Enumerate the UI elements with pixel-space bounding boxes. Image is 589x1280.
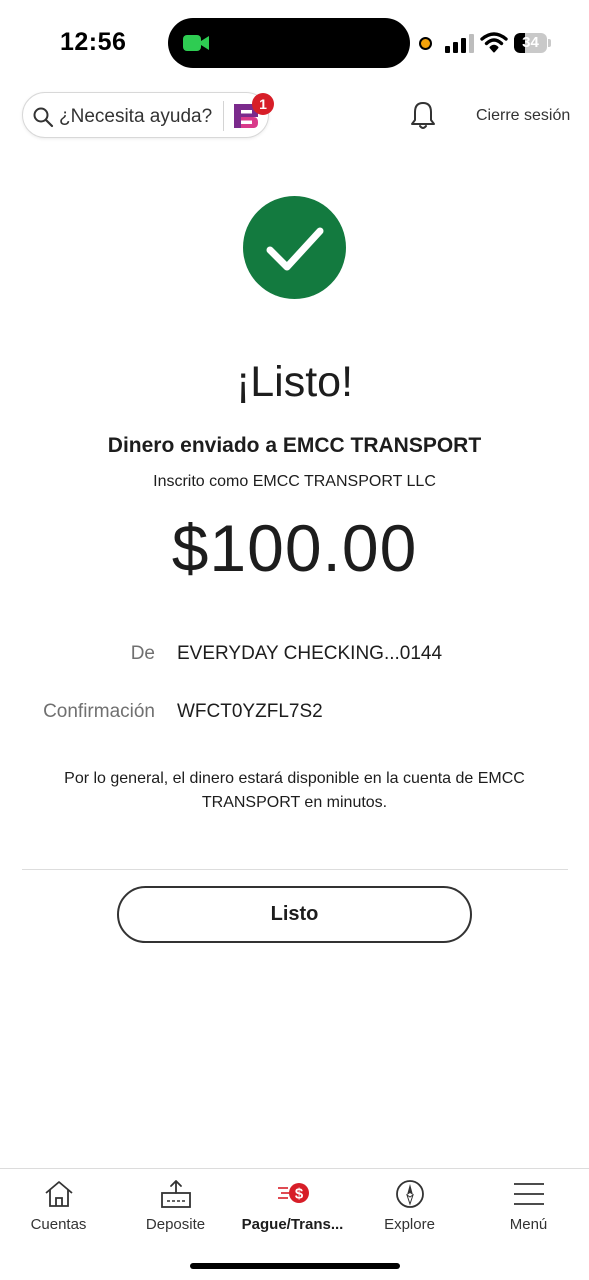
compass-icon	[396, 1180, 424, 1208]
nav-item-menu[interactable]: Menú	[470, 1169, 587, 1249]
confirmation-number: WFCT0YZFL7S2	[177, 701, 323, 722]
help-placeholder: ¿Necesita ayuda?	[59, 106, 213, 127]
video-camera-icon	[183, 35, 209, 51]
cellular-signal-icon	[445, 34, 474, 53]
nav-item-accounts[interactable]: Cuentas	[0, 1169, 117, 1249]
screen: 12:56 34 ¿Necesita ayuda? Cierre sesión …	[0, 0, 589, 1280]
nav-item-pay-transfer[interactable]: $ Pague/Trans...	[234, 1169, 351, 1249]
nav-label-menu: Menú	[509, 1216, 548, 1233]
notification-badge: 1	[252, 93, 274, 115]
home-indicator	[190, 1263, 400, 1269]
bell-icon[interactable]	[407, 100, 439, 132]
nav-label-pay-transfer: Pague/Trans...	[241, 1216, 344, 1233]
recipient-heading: Dinero enviado a EMCC TRANSPORT	[107, 434, 482, 457]
status-time: 12:56	[60, 28, 127, 56]
search-icon	[33, 107, 54, 128]
logout-link[interactable]: Cierre sesión	[476, 107, 570, 125]
done-button[interactable]: Listo	[117, 886, 472, 943]
divider	[22, 869, 568, 870]
from-label: De	[130, 643, 155, 664]
nav-label-deposit: Deposite	[145, 1216, 206, 1233]
nav-item-deposit[interactable]: Deposite	[117, 1169, 234, 1249]
battery-icon: 34	[514, 33, 551, 53]
success-check-icon	[243, 196, 346, 299]
deposit-icon	[161, 1180, 191, 1208]
nav-label-accounts: Cuentas	[30, 1216, 87, 1233]
status-bar: 12:56 34	[0, 0, 589, 88]
confirmation-label: Confirmación	[43, 701, 155, 722]
app-header: ¿Necesita ayuda? Cierre sesión	[0, 88, 589, 148]
from-account: EVERYDAY CHECKING...0144	[177, 643, 443, 664]
pay-transfer-icon: $	[278, 1183, 309, 1203]
svg-text:$: $	[295, 1186, 304, 1203]
nav-item-explore[interactable]: Explore	[351, 1169, 468, 1249]
recording-indicator-icon	[419, 37, 432, 50]
home-icon	[45, 1181, 73, 1207]
success-title: ¡Listo!	[235, 358, 354, 406]
transfer-amount: $100.00	[171, 511, 418, 585]
availability-note: Por lo general, el dinero estará disponi…	[64, 770, 525, 811]
wifi-icon	[480, 32, 508, 53]
nav-label-explore: Explore	[384, 1216, 435, 1233]
help-search-field[interactable]: ¿Necesita ayuda?	[22, 92, 269, 138]
battery-level: 34	[522, 34, 539, 51]
menu-icon	[514, 1183, 544, 1205]
recipient-enrolled-name: Inscrito como EMCC TRANSPORT LLC	[153, 473, 436, 490]
pill-divider	[223, 101, 224, 131]
dynamic-island	[168, 18, 410, 68]
